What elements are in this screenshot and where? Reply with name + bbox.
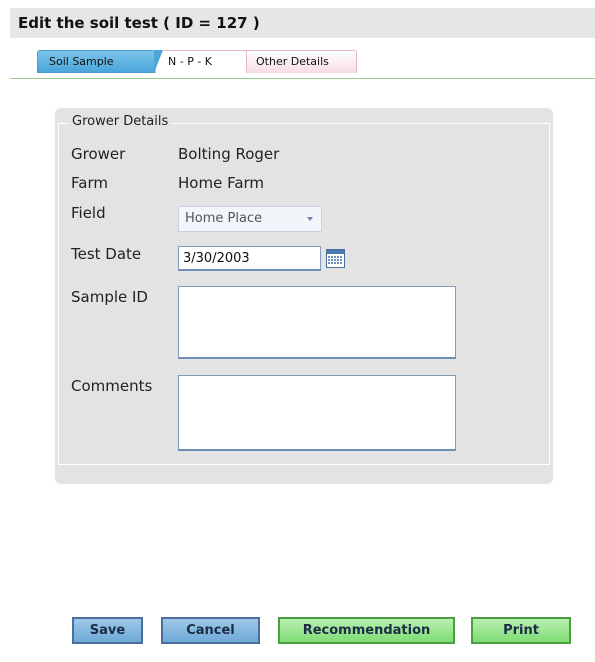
recommendation-button[interactable]: Recommendation [278, 617, 455, 644]
chevron-down-icon [307, 217, 313, 221]
sample-id-label: Sample ID [71, 288, 148, 306]
grower-label: Grower [71, 145, 126, 163]
grower-details-legend: Grower Details [69, 114, 172, 129]
comments-input[interactable] [178, 375, 456, 451]
page-title: Edit the soil test ( ID = 127 ) [10, 8, 595, 38]
cancel-button[interactable]: Cancel [161, 617, 260, 644]
farm-label: Farm [71, 174, 108, 192]
tab-strip: Other Details N - P - K Soil Sample [10, 38, 595, 79]
grower-value: Bolting Roger [178, 145, 280, 163]
tab-other-details[interactable]: Other Details [241, 50, 357, 73]
test-date-input[interactable] [178, 246, 321, 271]
save-button[interactable]: Save [72, 617, 143, 644]
sample-id-input[interactable] [178, 286, 456, 359]
test-date-label: Test Date [71, 245, 142, 263]
field-select-value: Home Place [185, 211, 263, 226]
field-select[interactable]: Home Place [178, 206, 322, 232]
comments-label: Comments [71, 377, 153, 395]
calendar-icon[interactable] [326, 249, 345, 268]
tab-soil-sample[interactable]: Soil Sample [37, 50, 163, 73]
field-label: Field [71, 204, 106, 222]
farm-value: Home Farm [178, 174, 265, 192]
print-button[interactable]: Print [471, 617, 571, 644]
tab-npk[interactable]: N - P - K [155, 50, 247, 73]
